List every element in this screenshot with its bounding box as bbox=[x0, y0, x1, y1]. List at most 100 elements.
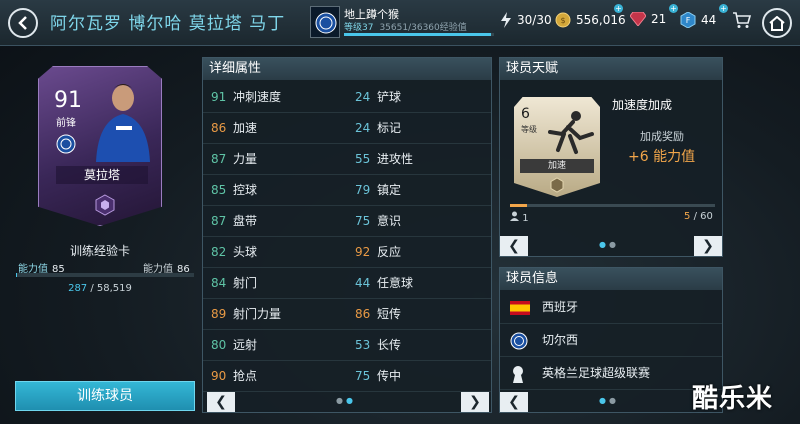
talent-level-label: 等级 bbox=[521, 125, 537, 134]
info-league: 英格兰足球超级联赛 bbox=[542, 366, 651, 380]
card-rating: 91 bbox=[54, 88, 82, 113]
player-portrait bbox=[96, 84, 150, 162]
info-title: 球员信息 bbox=[500, 268, 722, 290]
premier-league-lion-icon bbox=[513, 366, 523, 383]
talent-bonus-value: +6 能力值 bbox=[628, 149, 696, 165]
attribute-row: 91 冲刺速度 bbox=[203, 82, 347, 113]
attribute-name: 镇定 bbox=[377, 183, 402, 197]
info-prev-button[interactable]: ❮ bbox=[500, 392, 528, 412]
info-club: 切尔西 bbox=[542, 333, 579, 347]
talent-progress-bar bbox=[510, 204, 715, 207]
training-xp-bar bbox=[16, 273, 194, 277]
talent-prev-button[interactable]: ❮ bbox=[500, 236, 528, 256]
info-row-league[interactable]: 英格兰足球超级联赛 bbox=[500, 357, 722, 390]
attribute-value: 79 bbox=[355, 183, 371, 197]
fifa-points-icon: F bbox=[680, 12, 696, 28]
info-page-dots: ●● bbox=[599, 396, 619, 405]
add-fifa-points-icon[interactable]: + bbox=[719, 4, 728, 13]
attributes-title: 详细属性 bbox=[203, 58, 491, 80]
talent-bonus-label: 加成奖励 bbox=[640, 130, 684, 143]
attribute-name: 控球 bbox=[233, 183, 258, 197]
chelsea-crest-icon bbox=[315, 12, 337, 34]
level-progress-bar bbox=[344, 33, 494, 36]
attribute-value: 80 bbox=[211, 338, 227, 352]
add-gems-icon[interactable]: + bbox=[669, 4, 678, 13]
xp-total: / 58,519 bbox=[90, 283, 132, 294]
attribute-row: 75 意识 bbox=[347, 206, 491, 237]
attribute-row: 75 传中 bbox=[347, 361, 491, 392]
level-row: 等级37 35651/36360经验值 bbox=[344, 20, 467, 33]
attributes-next-button[interactable]: ❯ bbox=[461, 392, 489, 412]
fifa-points-stat[interactable]: F 44 bbox=[680, 12, 716, 28]
attribute-name: 力量 bbox=[233, 152, 258, 166]
back-arrow-icon bbox=[18, 16, 27, 30]
attribute-value: 75 bbox=[355, 214, 371, 228]
attribute-row: 86 短传 bbox=[347, 299, 491, 330]
attribute-row: 24 标记 bbox=[347, 113, 491, 144]
attribute-value: 82 bbox=[211, 245, 227, 259]
back-button[interactable] bbox=[8, 8, 38, 38]
attribute-row: 53 长传 bbox=[347, 330, 491, 361]
gems-value: 21 bbox=[651, 12, 667, 26]
card-position: 前锋 bbox=[56, 118, 76, 129]
attribute-value: 24 bbox=[355, 121, 371, 135]
attribute-value: 92 bbox=[355, 245, 371, 259]
attribute-name: 射门力量 bbox=[233, 307, 282, 321]
shopping-cart-icon[interactable] bbox=[732, 10, 752, 30]
gems-stat[interactable]: 21 bbox=[630, 12, 666, 26]
attribute-name: 传中 bbox=[377, 369, 402, 383]
attribute-name: 意识 bbox=[377, 214, 402, 228]
attribute-name: 头球 bbox=[233, 245, 258, 259]
attribute-row: 44 任意球 bbox=[347, 268, 491, 299]
fifa-points-value: 44 bbox=[701, 13, 717, 27]
attribute-name: 任意球 bbox=[377, 276, 414, 290]
talent-name: 加速度加成 bbox=[612, 98, 673, 112]
energy-stat[interactable]: 30/30 bbox=[500, 12, 552, 28]
attribute-value: 75 bbox=[355, 369, 371, 383]
attribute-name: 反应 bbox=[377, 245, 402, 259]
add-coins-icon[interactable]: + bbox=[614, 4, 623, 13]
talent-level: 6 bbox=[521, 106, 530, 122]
attribute-name: 进攻性 bbox=[377, 152, 414, 166]
chelsea-crest-icon bbox=[510, 332, 528, 350]
training-xp-fill bbox=[16, 273, 17, 277]
talent-progress-min: 1 bbox=[510, 211, 529, 224]
attribute-name: 加速 bbox=[233, 121, 258, 135]
train-player-button[interactable]: 训练球员 bbox=[15, 381, 195, 411]
attribute-row: 55 进攻性 bbox=[347, 144, 491, 175]
attribute-row: 87 力量 bbox=[203, 144, 347, 175]
home-button[interactable] bbox=[762, 8, 792, 38]
spain-flag-icon bbox=[510, 301, 530, 315]
attribute-value: 24 bbox=[355, 90, 371, 104]
training-xp-text: 287 / 58,519 bbox=[0, 283, 200, 294]
attribute-row: 86 加速 bbox=[203, 113, 347, 144]
coins-value: 556,016 bbox=[576, 13, 626, 27]
attribute-row: 92 反应 bbox=[347, 237, 491, 268]
attribute-name: 短传 bbox=[377, 307, 402, 321]
attribute-name: 标记 bbox=[377, 121, 402, 135]
talent-hexagon-icon bbox=[550, 177, 564, 193]
coins-stat[interactable]: $ 556,016 bbox=[555, 12, 626, 28]
watermark: 酷乐米 bbox=[692, 384, 774, 414]
attribute-value: 87 bbox=[211, 214, 227, 228]
attribute-value: 91 bbox=[211, 90, 227, 104]
attributes-prev-button[interactable]: ❮ bbox=[207, 392, 235, 412]
info-row-nation[interactable]: 西班牙 bbox=[500, 291, 722, 324]
club-crest-badge[interactable] bbox=[310, 6, 340, 38]
attribute-name: 远射 bbox=[233, 338, 258, 352]
talent-next-button[interactable]: ❯ bbox=[694, 236, 722, 256]
attribute-name: 射门 bbox=[233, 276, 258, 290]
talent-progress-fill bbox=[510, 204, 527, 207]
attribute-value: 90 bbox=[211, 369, 227, 383]
level-xp-text: 35651/36360经验值 bbox=[379, 23, 467, 33]
attribute-row: 24 铲球 bbox=[347, 82, 491, 113]
svg-text:F: F bbox=[686, 16, 691, 25]
talent-progress-current: 5 bbox=[684, 211, 691, 222]
attribute-name: 盘带 bbox=[233, 214, 258, 228]
card-tier-hexagon-icon bbox=[95, 194, 115, 216]
info-row-club[interactable]: 切尔西 bbox=[500, 324, 722, 357]
xp-current: 287 bbox=[68, 283, 88, 294]
attribute-row: 87 盘带 bbox=[203, 206, 347, 237]
talent-progress-total: / 60 bbox=[693, 211, 713, 222]
talent-title: 球员天赋 bbox=[500, 58, 722, 80]
